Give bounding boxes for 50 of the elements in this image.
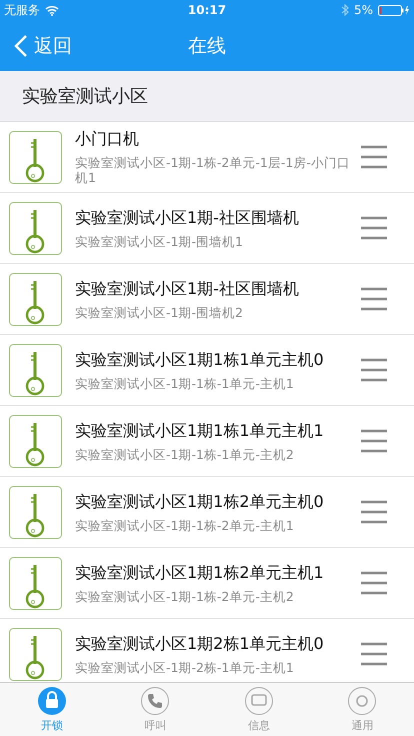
menu-icon[interactable]: [361, 358, 387, 382]
menu-icon[interactable]: [361, 216, 387, 240]
back-label: 返回: [34, 34, 72, 58]
device-address: 实验室测试小区-1期-1栋-1单元-主机1: [75, 376, 295, 390]
status-time: 10:17: [188, 3, 226, 17]
device-address: 实验室测试小区-1期-1栋-2单元-1层-1房-小门口机1: [75, 155, 351, 185]
device-name: 实验室测试小区1期1栋1单元主机0: [75, 350, 325, 370]
menu-icon[interactable]: [361, 642, 387, 666]
wifi-icon: [45, 4, 59, 16]
device-address: 实验室测试小区-1期-1栋-2单元-主机2: [75, 588, 295, 604]
device-address: 实验室测试小区-1期-1栋-2单元-主机1: [75, 518, 295, 532]
chevron-left-icon: [14, 34, 28, 58]
menu-icon[interactable]: [361, 429, 387, 453]
device-address: 实验室测试小区-1期-围墙机1: [75, 234, 244, 248]
key-icon: [9, 556, 62, 610]
device-name: 实验室测试小区1期1栋2单元主机1: [75, 562, 325, 584]
device-name: 实验室测试小区1期1栋1单元主机1: [75, 420, 325, 442]
menu-icon[interactable]: [361, 500, 387, 524]
key-icon: [9, 344, 62, 396]
key-icon: [9, 414, 62, 468]
key-icon: [9, 272, 62, 326]
key-icon: [9, 202, 62, 254]
bluetooth-icon: [340, 4, 349, 16]
device-address: 实验室测试小区-1期-围墙机2: [75, 304, 244, 320]
battery-percent: 5%: [354, 3, 373, 17]
menu-icon[interactable]: [361, 145, 387, 169]
device-row[interactable]: 实验室测试小区1期-社区围墙机 实验室测试小区-1期-围墙机1: [0, 193, 414, 264]
device-name: 实验室测试小区1期2栋1单元主机0: [75, 634, 325, 654]
menu-icon[interactable]: [361, 287, 387, 311]
lock-icon: [36, 686, 67, 716]
carrier-label: 无服务: [4, 2, 40, 18]
device-name: 实验室测试小区1期-社区围墙机: [75, 208, 300, 228]
page-title: 在线: [188, 34, 226, 58]
device-address: 实验室测试小区-1期-1栋-1单元-主机2: [75, 446, 295, 462]
device-row[interactable]: 实验室测试小区1期-社区围墙机 实验室测试小区-1期-围墙机2: [0, 264, 414, 335]
device-name: 小门口机: [75, 129, 140, 150]
key-icon: [9, 130, 62, 184]
menu-icon[interactable]: [361, 571, 387, 595]
device-name: 实验室测试小区1期-社区围墙机: [75, 278, 300, 300]
device-row[interactable]: 实验室测试小区1期1栋2单元主机0 实验室测试小区-1期-1栋-2单元-主机1: [0, 477, 414, 548]
device-row[interactable]: 实验室测试小区1期1栋1单元主机1 实验室测试小区-1期-1栋-1单元-主机2: [0, 406, 414, 477]
section-header: 实验室测试小区: [0, 71, 414, 122]
battery-icon: [378, 4, 410, 16]
device-row[interactable]: 小门口机 实验室测试小区-1期-1栋-2单元-1层-1房-小门口机1: [0, 122, 414, 193]
device-row[interactable]: 实验室测试小区1期1栋1单元主机0 实验室测试小区-1期-1栋-1单元-主机1: [0, 335, 414, 406]
device-name: 实验室测试小区1期1栋2单元主机0: [75, 492, 325, 512]
device-address: 实验室测试小区-1期-2栋-1单元-主机1: [75, 660, 295, 674]
phone-icon: [140, 686, 170, 716]
key-icon: [9, 486, 62, 538]
device-row[interactable]: 实验室测试小区1期1栋2单元主机1 实验室测试小区-1期-1栋-2单元-主机2: [0, 548, 414, 619]
